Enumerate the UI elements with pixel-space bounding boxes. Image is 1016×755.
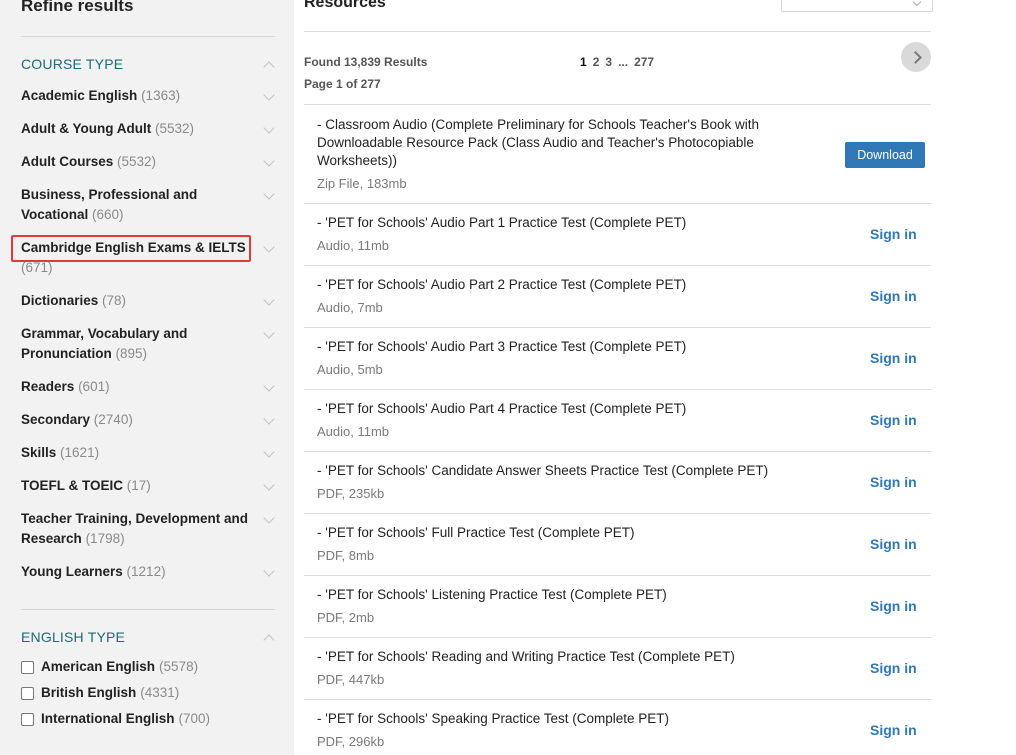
checkbox[interactable] <box>21 660 34 674</box>
facet-readers[interactable]: Readers (601) <box>21 377 246 397</box>
facet-skills[interactable]: Skills (1621) <box>21 443 246 463</box>
divider <box>304 104 931 105</box>
chevron-down-icon[interactable] <box>263 479 275 491</box>
resource-title: - 'PET for Schools' Listening Practice T… <box>317 587 667 602</box>
resource-title: - 'PET for Schools' Full Practice Test (… <box>317 525 635 540</box>
chevron-up-icon[interactable] <box>263 634 275 646</box>
divider <box>304 575 931 576</box>
facet-academic-english[interactable]: Academic English (1363) <box>21 86 246 106</box>
divider <box>304 31 931 32</box>
sign-in-link[interactable]: Sign in <box>870 474 917 490</box>
highlight-annotation <box>11 235 251 262</box>
resource-title: - Classroom Audio (Complete Preliminary … <box>317 117 760 168</box>
chevron-down-icon[interactable] <box>263 380 275 392</box>
facet-adult-courses[interactable]: Adult Courses (5532) <box>21 152 246 172</box>
resource-meta: PDF, 2mb <box>317 610 375 625</box>
page-ellipsis: ... <box>618 55 629 69</box>
english-type-heading[interactable]: ENGLISH TYPE <box>21 629 125 645</box>
page-link-current[interactable]: 1 <box>580 55 587 69</box>
resource-meta: Audio, 11mb <box>317 424 390 439</box>
facet-young-learners[interactable]: Young Learners (1212) <box>21 562 246 582</box>
facet-business-professional[interactable]: Business, Professional and Vocational (6… <box>21 185 211 225</box>
resource-meta: PDF, 296kb <box>317 734 385 749</box>
resource-title: - 'PET for Schools' Speaking Practice Te… <box>317 711 670 726</box>
facet-secondary[interactable]: Secondary (2740) <box>21 410 246 430</box>
resource-meta: PDF, 8mb <box>317 548 375 563</box>
page-title: Resources <box>304 0 386 11</box>
facet-teacher-training[interactable]: Teacher Training, Development and Resear… <box>21 509 256 549</box>
download-button[interactable]: Download <box>845 142 925 168</box>
resource-title: - 'PET for Schools' Audio Part 4 Practic… <box>317 401 687 416</box>
facet-toefl-toeic[interactable]: TOEFL & TOEIC (17) <box>21 476 246 496</box>
divider <box>304 327 931 328</box>
chevron-up-icon[interactable] <box>263 61 275 73</box>
resource-title: - 'PET for Schools' Audio Part 3 Practic… <box>317 339 687 354</box>
divider <box>304 265 931 266</box>
chevron-down-icon[interactable] <box>263 122 275 134</box>
facet-adult-young-adult[interactable]: Adult & Young Adult (5532) <box>21 119 246 139</box>
divider <box>304 513 931 514</box>
chevron-down-icon[interactable] <box>263 565 275 577</box>
refine-sidebar: Refine results COURSE TYPE Academic Engl… <box>0 0 294 755</box>
resource-title: - 'PET for Schools' Reading and Writing … <box>317 649 735 664</box>
filter-american-english[interactable]: American English (5578) <box>21 658 198 676</box>
chevron-down-icon[interactable] <box>263 327 275 339</box>
resource-meta: Audio, 11mb <box>317 238 390 253</box>
chevron-down-icon[interactable] <box>263 188 275 200</box>
resource-meta: PDF, 447kb <box>317 672 385 687</box>
sign-in-link[interactable]: Sign in <box>870 226 917 242</box>
chevron-down-icon[interactable] <box>263 155 275 167</box>
page-indicator: Page 1 of 277 <box>304 77 381 91</box>
results-count: Found 13,839 Results <box>304 55 428 69</box>
facet-grammar-vocabulary[interactable]: Grammar, Vocabulary and Pronunciation (8… <box>21 324 201 364</box>
divider <box>21 609 275 610</box>
divider <box>304 203 931 204</box>
facet-dictionaries[interactable]: Dictionaries (78) <box>21 291 246 311</box>
resource-meta: Audio, 5mb <box>317 362 383 377</box>
divider <box>21 36 275 37</box>
divider <box>304 637 931 638</box>
filter-british-english[interactable]: British English (4331) <box>21 684 179 702</box>
checkbox[interactable] <box>21 686 34 700</box>
chevron-down-icon[interactable] <box>263 89 275 101</box>
sign-in-link[interactable]: Sign in <box>870 288 917 304</box>
sign-in-link[interactable]: Sign in <box>870 660 917 676</box>
divider <box>304 699 931 700</box>
sign-in-link[interactable]: Sign in <box>870 350 917 366</box>
filter-international-english[interactable]: International English (700) <box>21 710 210 728</box>
resource-title: - 'PET for Schools' Audio Part 2 Practic… <box>317 277 687 292</box>
refine-title: Refine results <box>21 0 134 15</box>
page-link-last[interactable]: 277 <box>634 55 654 69</box>
chevron-down-icon[interactable] <box>263 294 275 306</box>
sort-select[interactable] <box>781 0 933 12</box>
sign-in-link[interactable]: Sign in <box>870 536 917 552</box>
divider <box>304 451 931 452</box>
chevron-down-icon <box>912 0 922 7</box>
chevron-down-icon[interactable] <box>263 512 275 524</box>
page-link[interactable]: 3 <box>605 55 612 69</box>
chevron-down-icon[interactable] <box>263 446 275 458</box>
chevron-down-icon[interactable] <box>263 241 275 253</box>
sign-in-link[interactable]: Sign in <box>870 412 917 428</box>
pagination: 1 2 3 ... 277 <box>580 55 654 69</box>
resource-meta: PDF, 235kb <box>317 486 385 501</box>
page-link[interactable]: 2 <box>593 55 600 69</box>
resource-title: - 'PET for Schools' Audio Part 1 Practic… <box>317 215 687 230</box>
course-type-heading[interactable]: COURSE TYPE <box>21 56 123 72</box>
next-page-button[interactable] <box>901 42 931 72</box>
resource-meta: Audio, 7mb <box>317 300 383 315</box>
chevron-down-icon[interactable] <box>263 413 275 425</box>
resource-title: - 'PET for Schools' Candidate Answer She… <box>317 463 769 478</box>
sign-in-link[interactable]: Sign in <box>870 722 917 738</box>
divider <box>304 389 931 390</box>
resource-meta: Zip File, 183mb <box>317 176 407 191</box>
sign-in-link[interactable]: Sign in <box>870 598 917 614</box>
checkbox[interactable] <box>21 712 34 726</box>
